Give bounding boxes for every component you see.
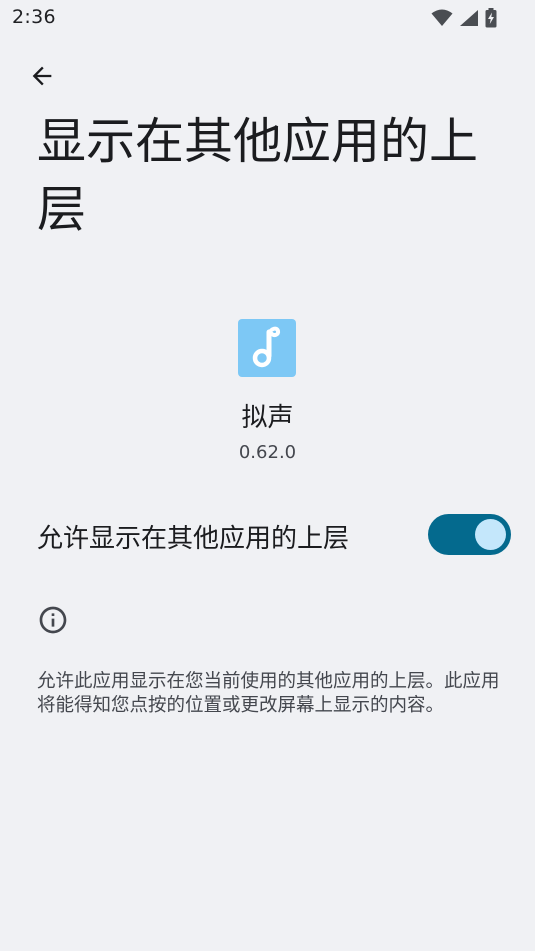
battery-charging-icon	[485, 8, 497, 28]
info-icon	[37, 604, 69, 636]
page-title: 显示在其他应用的上层	[37, 113, 479, 238]
app-name: 拟声	[241, 403, 294, 433]
permission-label: 允许显示在其他应用的上层	[37, 524, 350, 554]
status-icons	[431, 8, 497, 28]
arrow-back-icon	[28, 62, 56, 94]
overlay-permission-toggle[interactable]	[428, 514, 511, 555]
signal-icon	[459, 9, 479, 27]
app-version: 0.62.0	[238, 442, 297, 463]
permission-row[interactable]: 允许显示在其他应用的上层	[0, 500, 535, 570]
info-description: 允许此应用显示在您当前使用的其他应用的上层。此应用将能得知您点按的位置或更改屏幕…	[37, 671, 500, 716]
wifi-icon	[431, 9, 453, 27]
status-time: 2:36	[12, 6, 56, 28]
status-bar: 2:36	[0, 0, 535, 36]
app-icon	[238, 319, 296, 377]
toggle-thumb	[475, 519, 506, 550]
back-button[interactable]	[22, 58, 62, 98]
music-note-icon	[247, 322, 287, 374]
